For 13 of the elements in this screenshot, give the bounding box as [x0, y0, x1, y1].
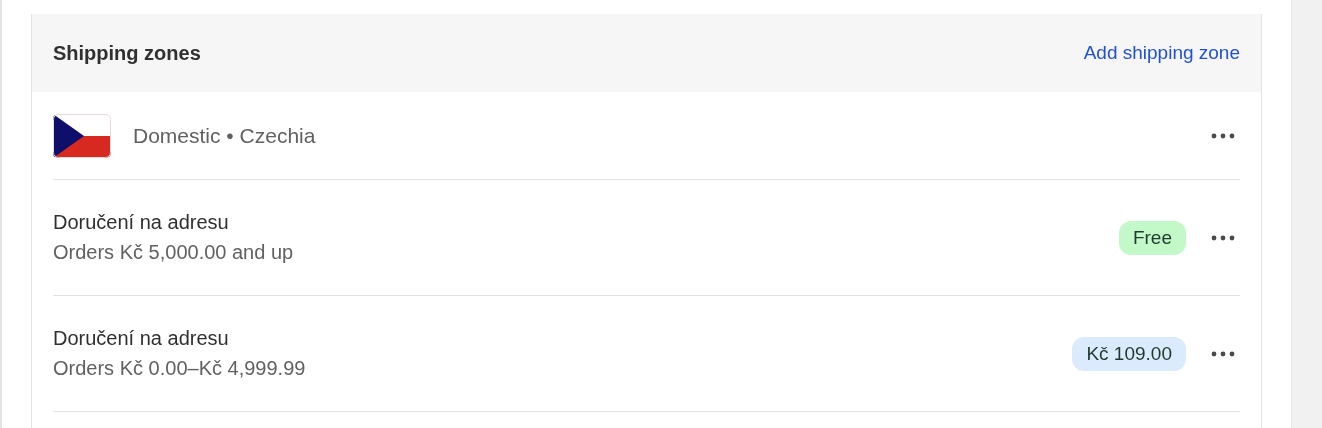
rate-condition: Orders Kč 5,000.00 and up	[53, 241, 295, 264]
zone-name: Domestic • Czechia	[133, 123, 317, 148]
more-icon	[1211, 132, 1235, 139]
card-title: Shipping zones	[53, 41, 201, 65]
more-icon	[1211, 350, 1235, 357]
rate-condition: Orders Kč 0.00–Kč 4,999.99	[53, 357, 307, 380]
add-zone-link[interactable]: Add shipping zone	[1083, 42, 1240, 64]
flag-icon	[53, 113, 111, 158]
price-badge: Kč 109.00	[1072, 336, 1186, 371]
more-icon	[1211, 234, 1235, 241]
rate-name: Doručení na adresu	[53, 211, 230, 234]
rate-name: Doručení na adresu	[53, 327, 230, 350]
price-badge: Free	[1118, 220, 1186, 255]
